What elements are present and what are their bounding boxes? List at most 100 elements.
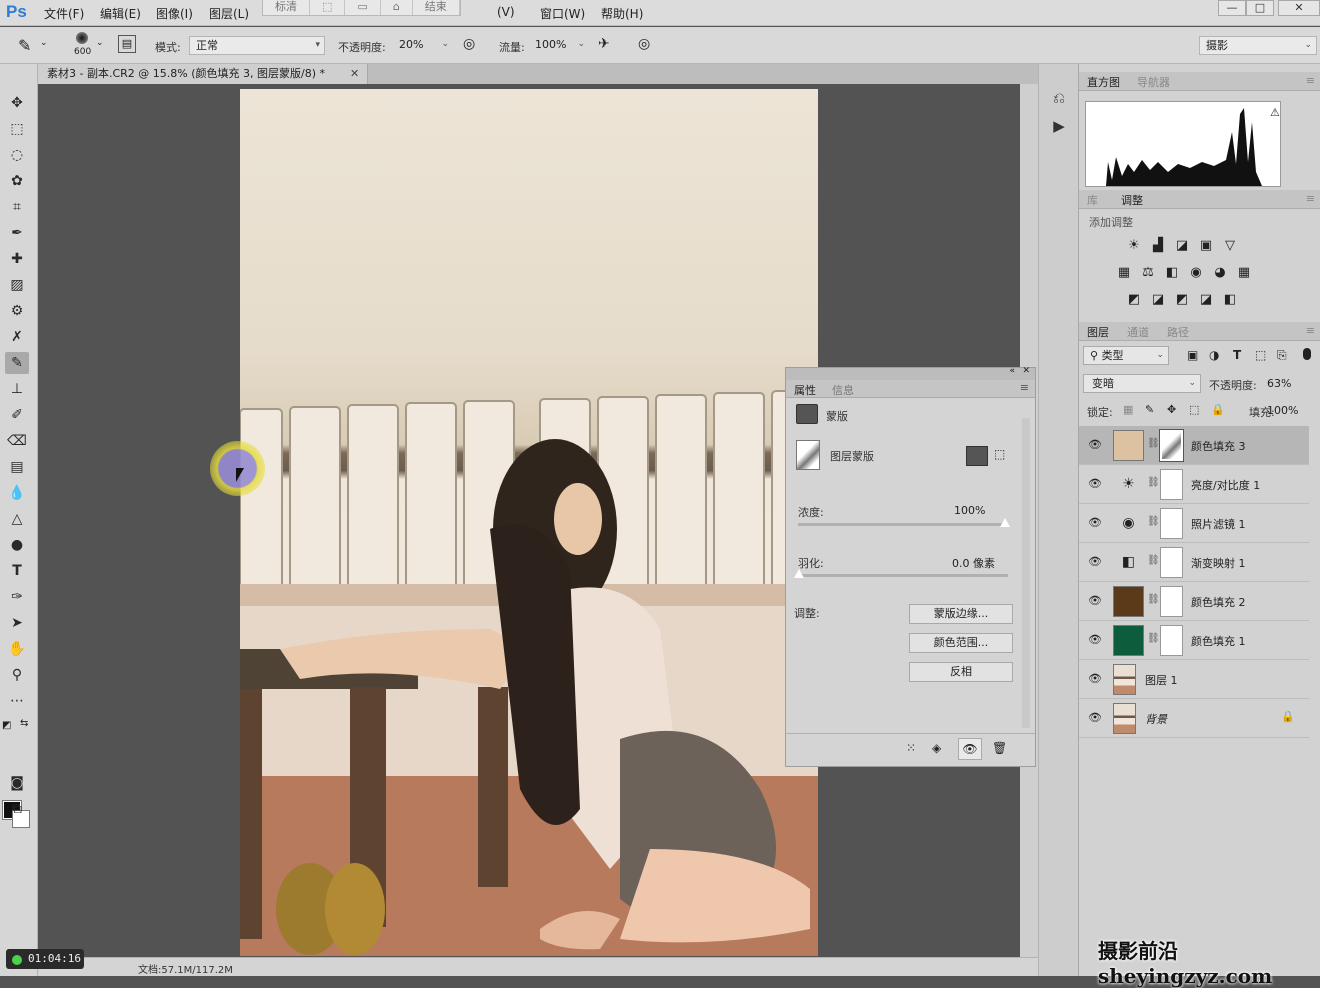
eye-icon[interactable]: 👁 bbox=[1088, 438, 1102, 451]
collapse-icon[interactable]: « bbox=[1009, 366, 1015, 376]
sharpen-tool-icon[interactable]: △ bbox=[5, 508, 29, 530]
zoom-tool-icon[interactable]: ⚲ bbox=[5, 664, 29, 686]
warning-icon[interactable]: ⚠ bbox=[1270, 106, 1280, 119]
mask-thumbnail[interactable] bbox=[1160, 547, 1183, 578]
layer-name[interactable]: 渐变映射 1 bbox=[1191, 555, 1246, 571]
healing-brush-tool-icon[interactable]: ✚ bbox=[5, 248, 29, 270]
layer-row[interactable]: 👁 ◉ ⛓ 照片滤镜 1 bbox=[1079, 504, 1309, 543]
layer-row[interactable]: 👁 ⛓ 颜色填充 1 bbox=[1079, 621, 1309, 660]
home-button[interactable]: ⌂ bbox=[381, 0, 413, 15]
apply-mask-icon[interactable]: ◈ bbox=[932, 741, 941, 755]
chevron-down-icon[interactable]: ⌄ bbox=[40, 38, 48, 48]
properties-scrollbar[interactable] bbox=[1022, 418, 1030, 728]
select-region-button[interactable]: ⬚ bbox=[310, 0, 346, 15]
brush-tool-icon[interactable]: ✎ bbox=[5, 352, 29, 374]
quick-select-tool-icon[interactable]: ✿ bbox=[5, 170, 29, 192]
eye-icon[interactable]: 👁 bbox=[1088, 477, 1102, 490]
actions-play-icon[interactable]: ▶ bbox=[1047, 114, 1071, 138]
more-tools-icon[interactable]: ⋯ bbox=[5, 690, 29, 712]
layer-row[interactable]: 👁 ☀ ⛓ 亮度/对比度 1 bbox=[1079, 465, 1309, 504]
flow-input[interactable]: 100% ⌄ bbox=[529, 36, 589, 55]
layer-row[interactable]: 👁 图层 1 bbox=[1079, 660, 1309, 699]
levels-icon[interactable]: ▟ bbox=[1149, 238, 1167, 253]
document-image[interactable] bbox=[240, 89, 818, 956]
feather-slider[interactable] bbox=[798, 574, 1008, 577]
menu-file[interactable]: 文件(F) bbox=[44, 5, 84, 22]
close-window-button[interactable]: ✕ bbox=[1278, 0, 1320, 16]
lasso-tool-icon[interactable]: ◌ bbox=[5, 144, 29, 166]
marquee-tool-icon[interactable]: ⬚ bbox=[5, 118, 29, 140]
filter-smart-object-icon[interactable]: ⎘ bbox=[1277, 348, 1287, 363]
layer-name[interactable]: 亮度/对比度 1 bbox=[1191, 477, 1260, 493]
hand-tool-icon[interactable]: ✋ bbox=[5, 638, 29, 660]
lock-image-icon[interactable]: ✎ bbox=[1145, 403, 1154, 416]
move-tool-icon[interactable]: ✥ bbox=[5, 92, 29, 114]
filter-shape-icon[interactable]: ⬚ bbox=[1255, 348, 1266, 362]
eye-icon[interactable]: 👁 bbox=[1088, 633, 1102, 646]
layer-opacity-input[interactable]: 63% bbox=[1267, 377, 1291, 390]
curves-icon[interactable]: ◪ bbox=[1173, 238, 1191, 253]
layer-row[interactable]: 👁 ◧ ⛓ 渐变映射 1 bbox=[1079, 543, 1309, 582]
lock-all-icon[interactable]: 🔒 bbox=[1211, 403, 1225, 416]
black-white-icon[interactable]: ◧ bbox=[1163, 265, 1181, 280]
workspace-select[interactable]: 摄影 ⌄ bbox=[1199, 36, 1317, 55]
menu-layer[interactable]: 图层(L) bbox=[209, 5, 249, 22]
path-select-tool-icon[interactable]: ➤ bbox=[5, 612, 29, 634]
lock-position-icon[interactable]: ✥ bbox=[1167, 403, 1176, 416]
clone-stamp-tool-icon[interactable]: ⊥ bbox=[5, 378, 29, 400]
exposure-icon[interactable]: ▣ bbox=[1197, 238, 1215, 253]
eye-icon[interactable]: 👁 bbox=[1088, 555, 1102, 568]
close-icon[interactable]: ✕ bbox=[1022, 366, 1030, 376]
eye-icon[interactable]: 👁 bbox=[1088, 516, 1102, 529]
link-icon[interactable]: ⛓ bbox=[1147, 633, 1160, 644]
link-icon[interactable]: ⛓ bbox=[1147, 516, 1160, 527]
tab-properties[interactable]: 属性 bbox=[794, 382, 816, 398]
panel-menu-icon[interactable]: ≡ bbox=[1306, 74, 1315, 87]
minimize-button[interactable]: — bbox=[1218, 0, 1246, 16]
mode-select[interactable]: 正常 ▾ bbox=[189, 36, 325, 55]
tab-libraries[interactable]: 库 bbox=[1087, 192, 1098, 208]
fill-color-thumbnail[interactable] bbox=[1113, 586, 1144, 617]
filter-toggle-icon[interactable] bbox=[1303, 348, 1311, 360]
eye-icon[interactable]: 👁 bbox=[1088, 711, 1102, 724]
history-brush-tool-icon[interactable]: ✐ bbox=[5, 404, 29, 426]
color-lookup-icon[interactable]: ▦ bbox=[1235, 265, 1253, 280]
maximize-button[interactable]: □ bbox=[1246, 0, 1274, 16]
menu-window[interactable]: 窗口(W) bbox=[540, 5, 585, 22]
dodge-tool-icon[interactable]: ● bbox=[5, 534, 29, 556]
brightness-contrast-icon[interactable]: ☀ bbox=[1113, 469, 1144, 500]
layer-row[interactable]: 👁 ⛓ 颜色填充 3 bbox=[1079, 426, 1309, 465]
brightness-contrast-icon[interactable]: ☀ bbox=[1125, 238, 1143, 253]
brush-tool-icon[interactable]: ✎ bbox=[18, 36, 31, 55]
close-document-icon[interactable]: ✕ bbox=[350, 64, 359, 84]
eye-icon[interactable]: 👁 bbox=[958, 738, 982, 760]
select-pixel-mask-icon[interactable] bbox=[966, 446, 988, 466]
color-balance-icon[interactable]: ⚖ bbox=[1139, 265, 1157, 280]
vibrance-icon[interactable]: ▽ bbox=[1221, 238, 1239, 253]
airbrush-icon[interactable]: ✈ bbox=[598, 36, 610, 52]
feather-slider-handle[interactable] bbox=[794, 569, 804, 578]
photo-filter-icon[interactable]: ◉ bbox=[1113, 508, 1144, 539]
menu-view[interactable]: (V) bbox=[497, 5, 515, 19]
blend-mode-select[interactable]: 变暗 ⌄ bbox=[1083, 374, 1201, 393]
tab-channels[interactable]: 通道 bbox=[1127, 324, 1149, 340]
layer-name[interactable]: 图层 1 bbox=[1145, 672, 1178, 688]
image-thumbnail[interactable] bbox=[1113, 703, 1136, 734]
menu-image[interactable]: 图像(I) bbox=[156, 5, 193, 22]
selective-color-icon[interactable]: ◪ bbox=[1197, 292, 1215, 307]
lock-transparent-icon[interactable]: ▦ bbox=[1123, 403, 1133, 416]
color-range-button[interactable]: 颜色范围... bbox=[909, 633, 1013, 653]
document-tab[interactable]: 素材3 - 副本.CR2 @ 15.8% (颜色填充 3, 图层蒙版/8) * bbox=[38, 64, 368, 84]
load-selection-icon[interactable]: ⁙ bbox=[906, 741, 916, 755]
invert-button[interactable]: 反相 bbox=[909, 662, 1013, 682]
eye-icon[interactable]: 👁 bbox=[1088, 594, 1102, 607]
link-icon[interactable]: ⛓ bbox=[1147, 594, 1160, 605]
fill-color-thumbnail[interactable] bbox=[1113, 430, 1144, 461]
crop-tool-icon[interactable]: ⌗ bbox=[5, 196, 29, 218]
pressure-size-icon[interactable]: ◎ bbox=[638, 36, 650, 52]
link-icon[interactable]: ⛓ bbox=[1147, 438, 1160, 449]
screen-mode-icon[interactable]: ⧉ bbox=[5, 798, 29, 820]
tab-layers[interactable]: 图层 bbox=[1087, 324, 1109, 340]
density-value[interactable]: 100% bbox=[954, 504, 985, 517]
filter-type-icon[interactable]: T bbox=[1233, 348, 1241, 362]
